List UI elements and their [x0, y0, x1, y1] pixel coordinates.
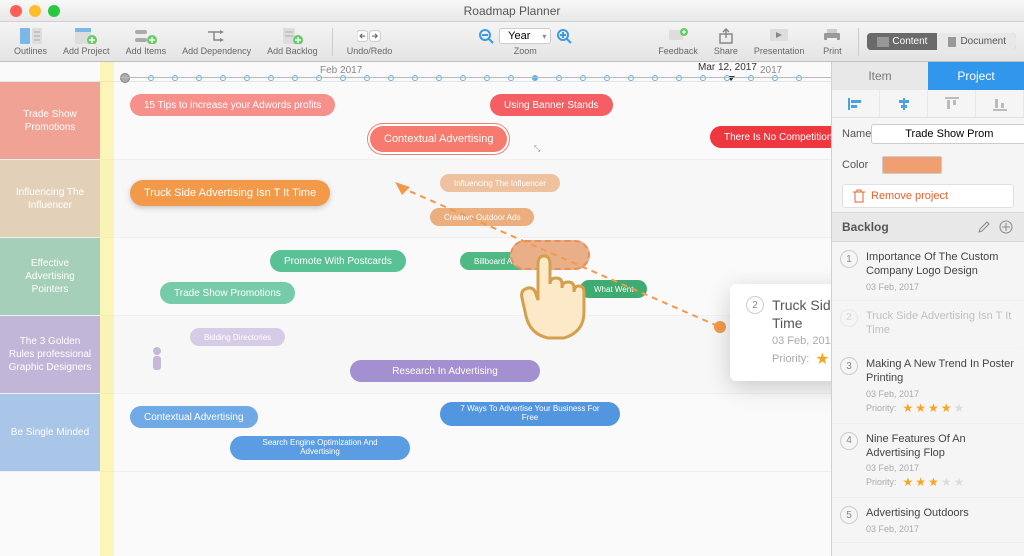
window-title: Roadmap Planner — [464, 4, 561, 18]
share-label: Share — [714, 46, 738, 56]
backlog-popup-title: Truck Side Advertising Isn T It Time — [772, 296, 831, 332]
zoom-label: Zoom — [514, 46, 537, 56]
color-label: Color — [842, 159, 882, 171]
project-color-swatch[interactable] — [882, 156, 942, 174]
content-view-button[interactable]: Content — [867, 33, 937, 50]
inspector-sidebar: Item Project Name Color Remove project B… — [831, 62, 1024, 556]
resize-handle-icon[interactable]: ⤡ — [534, 144, 540, 154]
toolbar: Outlines Add Project Add Items Add Depen… — [0, 22, 1024, 62]
lane-label: Influencing The Influencer — [0, 160, 100, 237]
name-label: Name — [842, 128, 871, 140]
outlines-label: Outlines — [14, 46, 47, 56]
print-icon — [820, 27, 844, 45]
backlog-edit-button[interactable] — [976, 219, 992, 235]
backlog-item[interactable]: 4 Nine Features Of An Advertising Flop 0… — [832, 424, 1024, 499]
backlog-item[interactable]: 1 Importance Of The Custom Company Logo … — [832, 242, 1024, 301]
item-tab[interactable]: Item — [832, 62, 928, 90]
titlebar: Roadmap Planner — [0, 0, 1024, 22]
priority-label: Priority: — [772, 353, 809, 365]
backlog-list[interactable]: 1 Importance Of The Custom Company Logo … — [832, 242, 1024, 556]
person-icon — [150, 346, 164, 370]
share-icon — [714, 27, 738, 45]
lane-trade-show: Trade Show Promotions 15 Tips to increas… — [0, 82, 831, 160]
add-project-label: Add Project — [63, 46, 110, 56]
lane-label: The 3 Golden Rules professional Graphic … — [0, 316, 100, 393]
zoom-level: Year — [508, 30, 530, 42]
timeline-header: Feb 2017 Mar 12, 2017 2017 — [0, 62, 831, 82]
remove-project-button[interactable]: Remove project — [842, 184, 1014, 208]
zoom-out-button[interactable] — [477, 27, 495, 45]
add-dependency-button[interactable]: Add Dependency — [176, 27, 257, 56]
feedback-button[interactable]: Feedback — [652, 27, 704, 56]
backlog-item[interactable]: 2 Truck Side Advertising Isn T It Time — [832, 301, 1024, 350]
backlog-popup: 2 Truck Side Advertising Isn T It Time 0… — [730, 284, 831, 381]
feedback-label: Feedback — [658, 46, 698, 56]
undo-redo-button[interactable]: Undo/Redo — [341, 27, 399, 56]
add-items-label: Add Items — [126, 46, 167, 56]
project-tab[interactable]: Project — [928, 62, 1024, 90]
undo-redo-label: Undo/Redo — [347, 46, 393, 56]
presentation-label: Presentation — [754, 46, 805, 56]
priority-stars: ★★★★★ — [815, 349, 831, 369]
roadmap-item[interactable]: There Is No Competition — [710, 126, 831, 148]
lane-single-minded: Be Single Minded Contextual Advertising … — [0, 394, 831, 472]
outlines-button[interactable]: Outlines — [8, 27, 53, 56]
roadmap-item[interactable]: Bidding Directories — [190, 328, 285, 346]
share-button[interactable]: Share — [708, 27, 744, 56]
timeline-date-marker: Mar 12, 2017 — [698, 62, 757, 73]
print-label: Print — [823, 46, 842, 56]
presentation-icon — [767, 27, 791, 45]
backlog-item[interactable]: 5 Advertising Outdoors 03 Feb, 2017 — [832, 498, 1024, 542]
add-project-icon — [74, 27, 98, 45]
backlog-popup-number: 2 — [746, 296, 764, 314]
document-view-button[interactable]: Document — [937, 33, 1016, 50]
trash-icon — [853, 189, 865, 203]
roadmap-canvas[interactable]: Feb 2017 Mar 12, 2017 2017 Trade Show Pr… — [0, 62, 831, 556]
lane-label: Be Single Minded — [0, 394, 100, 471]
align-left-button[interactable] — [832, 90, 880, 117]
roadmap-item-selected[interactable]: Contextual Advertising — [370, 126, 507, 152]
backlog-popup-date: 03 Feb, 2017 — [772, 335, 831, 347]
add-backlog-button[interactable]: Add Backlog — [261, 27, 324, 56]
add-backlog-label: Add Backlog — [267, 46, 318, 56]
add-project-button[interactable]: Add Project — [57, 27, 116, 56]
add-items-icon — [134, 27, 158, 45]
zoom-in-button[interactable] — [555, 27, 573, 45]
roadmap-item[interactable]: Promote With Postcards — [270, 250, 406, 272]
outlines-icon — [19, 27, 43, 45]
today-highlight — [100, 62, 114, 556]
feedback-icon — [666, 27, 690, 45]
add-backlog-icon — [280, 27, 304, 45]
presentation-button[interactable]: Presentation — [748, 27, 811, 56]
close-window-button[interactable] — [10, 5, 22, 17]
roadmap-item[interactable]: 7 Ways To Advertise Your Business For Fr… — [440, 402, 620, 426]
backlog-item[interactable]: 3 Making A New Trend In Poster Printing … — [832, 349, 1024, 424]
roadmap-item[interactable]: Trade Show Promotions — [160, 282, 295, 304]
roadmap-item[interactable]: Using Banner Stands — [490, 94, 613, 116]
roadmap-item[interactable]: Search Engine Optimization And Advertisi… — [230, 436, 410, 460]
roadmap-item[interactable]: Truck Side Advertising Isn T It Time — [130, 180, 330, 206]
backlog-add-button[interactable] — [998, 219, 1014, 235]
project-name-input[interactable] — [871, 124, 1024, 144]
zoom-select[interactable]: Year ▾ — [499, 28, 551, 44]
view-mode-segment: Content Document — [867, 33, 1016, 50]
align-center-button[interactable] — [880, 90, 928, 117]
undo-redo-icon — [357, 27, 381, 45]
lane-label: Effective Advertising Pointers — [0, 238, 100, 315]
roadmap-item[interactable]: 15 Tips to increase your Adwords profits — [130, 94, 335, 116]
backlog-heading: Backlog — [842, 220, 889, 234]
fullscreen-window-button[interactable] — [48, 5, 60, 17]
align-top-button[interactable] — [928, 90, 976, 117]
add-items-button[interactable]: Add Items — [120, 27, 173, 56]
lane-label: Trade Show Promotions — [0, 82, 100, 159]
add-dependency-label: Add Dependency — [182, 46, 251, 56]
minimize-window-button[interactable] — [29, 5, 41, 17]
add-dependency-icon — [205, 27, 229, 45]
hand-cursor-icon — [508, 244, 588, 334]
print-button[interactable]: Print — [814, 27, 850, 56]
align-bottom-button[interactable] — [976, 90, 1024, 117]
roadmap-item[interactable]: Research In Advertising — [350, 360, 540, 382]
roadmap-item[interactable]: Contextual Advertising — [130, 406, 258, 428]
